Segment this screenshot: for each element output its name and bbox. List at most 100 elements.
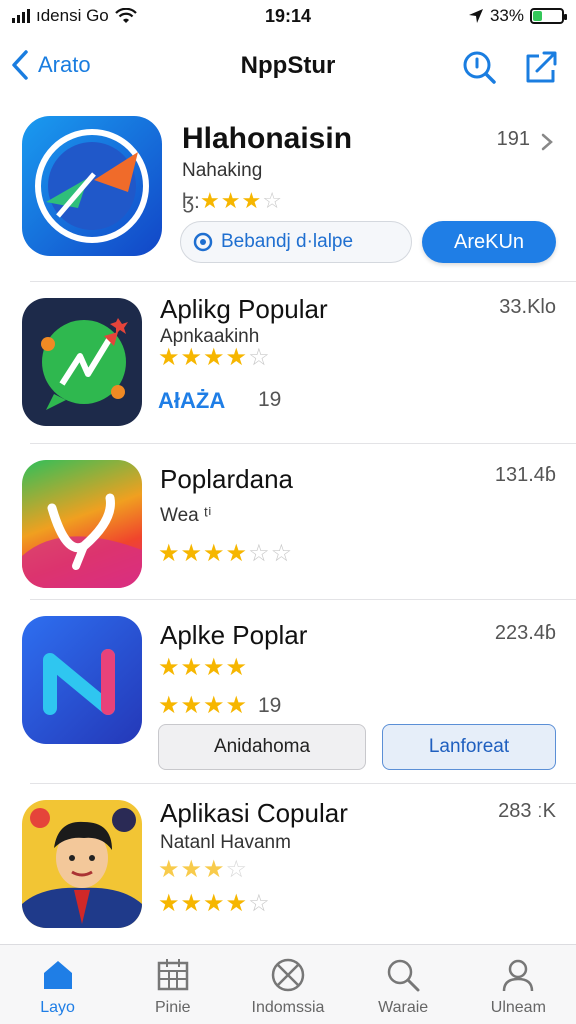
compass-logo-icon (35, 129, 149, 243)
tab-label-calendar: Pinie (154, 999, 191, 1016)
star-filled-icon: ★ (225, 344, 248, 371)
tab-label-home: Layo (40, 999, 75, 1016)
status-bar: ıdensi Go 19:14 33% (0, 0, 576, 32)
app-rating-stars-3a: ★ ★ ★ ★ (158, 656, 247, 680)
app-name-2: Poplardana (160, 464, 293, 494)
app-count-3: 19 (258, 694, 282, 717)
app-rating-stars-3b: ★ ★ ★ ★ (158, 694, 247, 718)
star-filled-icon: ★ (203, 856, 225, 883)
app-size-2: 131.4ɓ (494, 464, 556, 486)
character-avatar-icon (22, 808, 142, 928)
featured-app-row[interactable]: Hlahonaisin Nahaking ɮ: ★ ★ ★ ☆ 191 Bebandj… (0, 108, 576, 282)
app-icon-1 (22, 298, 142, 426)
tab-explore[interactable]: Indomssia (233, 955, 343, 1017)
carrier-name: ıdensi Go (36, 6, 109, 25)
tab-label-profile: Ulneam (490, 999, 546, 1016)
app-row-1[interactable]: Aplikg Popular Apnkaakinh ★ ★ ★ ★ ☆ AłAŻA 19… (0, 282, 576, 444)
featured-secondary-button[interactable]: Bebandj d·lalpe (180, 221, 412, 263)
featured-app-name: Hlahonaisin (182, 122, 353, 155)
tab-search[interactable]: Waraie (348, 955, 458, 1017)
star-filled-icon: ★ (203, 654, 225, 681)
app-count-1: 19 (258, 388, 282, 411)
app-row-3[interactable]: Aplke Poplar ★ ★ ★ ★ ★ ★ ★ ★ 19 223.4ɓ Anidaho… (0, 600, 576, 784)
back-label: Arato (38, 52, 91, 77)
nav-bar: Arato NppStur (0, 38, 576, 98)
letter-n-logo-icon (43, 649, 115, 715)
share-icon (526, 51, 557, 83)
battery-level (533, 11, 543, 21)
star-filled-icon: ★ (158, 856, 180, 883)
star-filled-icon: ★ (220, 188, 241, 213)
featured-primary-label: AreKUn (453, 230, 525, 253)
star-empty-icon: ☆ (262, 188, 282, 213)
featured-rating-stars: ★ ★ ★ ☆ (200, 190, 282, 212)
app-badge-1: AłAŻA (158, 388, 226, 413)
featured-secondary-label: Bebandj d·lalpe (221, 231, 354, 252)
info-circle-icon (193, 232, 213, 252)
app-3-left-button[interactable]: Anidahoma (158, 724, 366, 770)
person-icon (503, 959, 534, 992)
star-filled-icon: ★ (203, 344, 225, 371)
signal-icon (12, 9, 30, 23)
app-3-right-label: Lanforeat (428, 736, 510, 757)
calendar-icon (157, 959, 189, 991)
circle-x-icon (271, 958, 305, 992)
featured-app-subtitle: Nahaking (182, 160, 263, 181)
star-filled-icon: ★ (158, 654, 180, 681)
app-rating-stars-2: ★ ★ ★ ★ ☆ ☆ (158, 542, 292, 566)
star-empty-icon: ☆ (248, 890, 270, 917)
star-filled-icon: ★ (180, 856, 203, 883)
app-rating-stars-4a: ★ ★ ★ ☆ (158, 858, 247, 882)
star-filled-icon: ★ (158, 344, 180, 371)
star-empty-icon: ☆ (248, 344, 270, 371)
app-rating-stars-1: ★ ★ ★ ★ ☆ (158, 346, 270, 370)
app-size-1: 33.Klo (499, 296, 556, 318)
app-size-3: 223.4ɓ (494, 622, 556, 644)
star-filled-icon: ★ (158, 890, 180, 917)
star-filled-icon: ★ (203, 692, 225, 719)
nav-actions (460, 48, 560, 86)
star-filled-icon: ★ (180, 654, 203, 681)
app-subtitle-2: Wea ᵗⁱ (160, 505, 212, 526)
app-row-2[interactable]: Poplardana Wea ᵗⁱ ★ ★ ★ ★ ☆ ☆ 131.4ɓ (0, 444, 576, 600)
star-empty-icon: ☆ (270, 540, 293, 567)
app-3-right-button[interactable]: Lanforeat (382, 724, 556, 770)
star-filled-icon: ★ (241, 188, 262, 213)
featured-app-size: 191 (496, 128, 530, 150)
tab-calendar[interactable]: Pinie (118, 955, 228, 1017)
featured-rating-prefix: ɮ: (182, 190, 200, 213)
tab-profile[interactable]: Ulneam (463, 955, 573, 1017)
search-icon (387, 959, 420, 992)
featured-app-icon (22, 116, 162, 256)
status-right: 33% (468, 6, 567, 26)
tab-label-explore: Indomssia (251, 999, 325, 1016)
app-name-1: Aplikg Popular (160, 294, 328, 324)
app-name-4: Aplikasi Copular (160, 798, 348, 828)
wifi-icon (114, 8, 137, 23)
star-filled-icon: ★ (225, 654, 248, 681)
status-left: ıdensi Go (12, 6, 137, 26)
app-row-4[interactable]: Aplikasi Copular Natanl Havanm ★ ★ ★ ☆ ★ ★ ★ ★… (0, 784, 576, 944)
battery-icon (530, 8, 567, 24)
tab-home[interactable]: Layo (3, 955, 113, 1017)
share-button[interactable] (522, 48, 560, 86)
search-button[interactable] (460, 48, 498, 86)
star-filled-icon: ★ (225, 540, 248, 567)
star-empty-icon: ☆ (248, 540, 270, 567)
star-filled-icon: ★ (200, 188, 220, 213)
back-button[interactable]: Arato (8, 48, 91, 82)
star-filled-icon: ★ (203, 890, 225, 917)
star-filled-icon: ★ (158, 540, 180, 567)
star-filled-icon: ★ (158, 692, 180, 719)
app-list: Hlahonaisin Nahaking ɮ: ★ ★ ★ ☆ 191 Bebandj… (0, 108, 576, 944)
chevron-left-icon (12, 50, 28, 80)
chevron-right-icon[interactable] (540, 132, 554, 152)
star-filled-icon: ★ (180, 692, 203, 719)
featured-primary-button[interactable]: AreKUn (422, 221, 556, 263)
app-icon-2 (22, 460, 142, 588)
star-filled-icon: ★ (180, 540, 203, 567)
star-filled-icon: ★ (180, 344, 203, 371)
chat-bubble-logo-icon (41, 318, 128, 410)
star-filled-icon: ★ (180, 890, 203, 917)
battery-percent: 33% (489, 6, 524, 25)
